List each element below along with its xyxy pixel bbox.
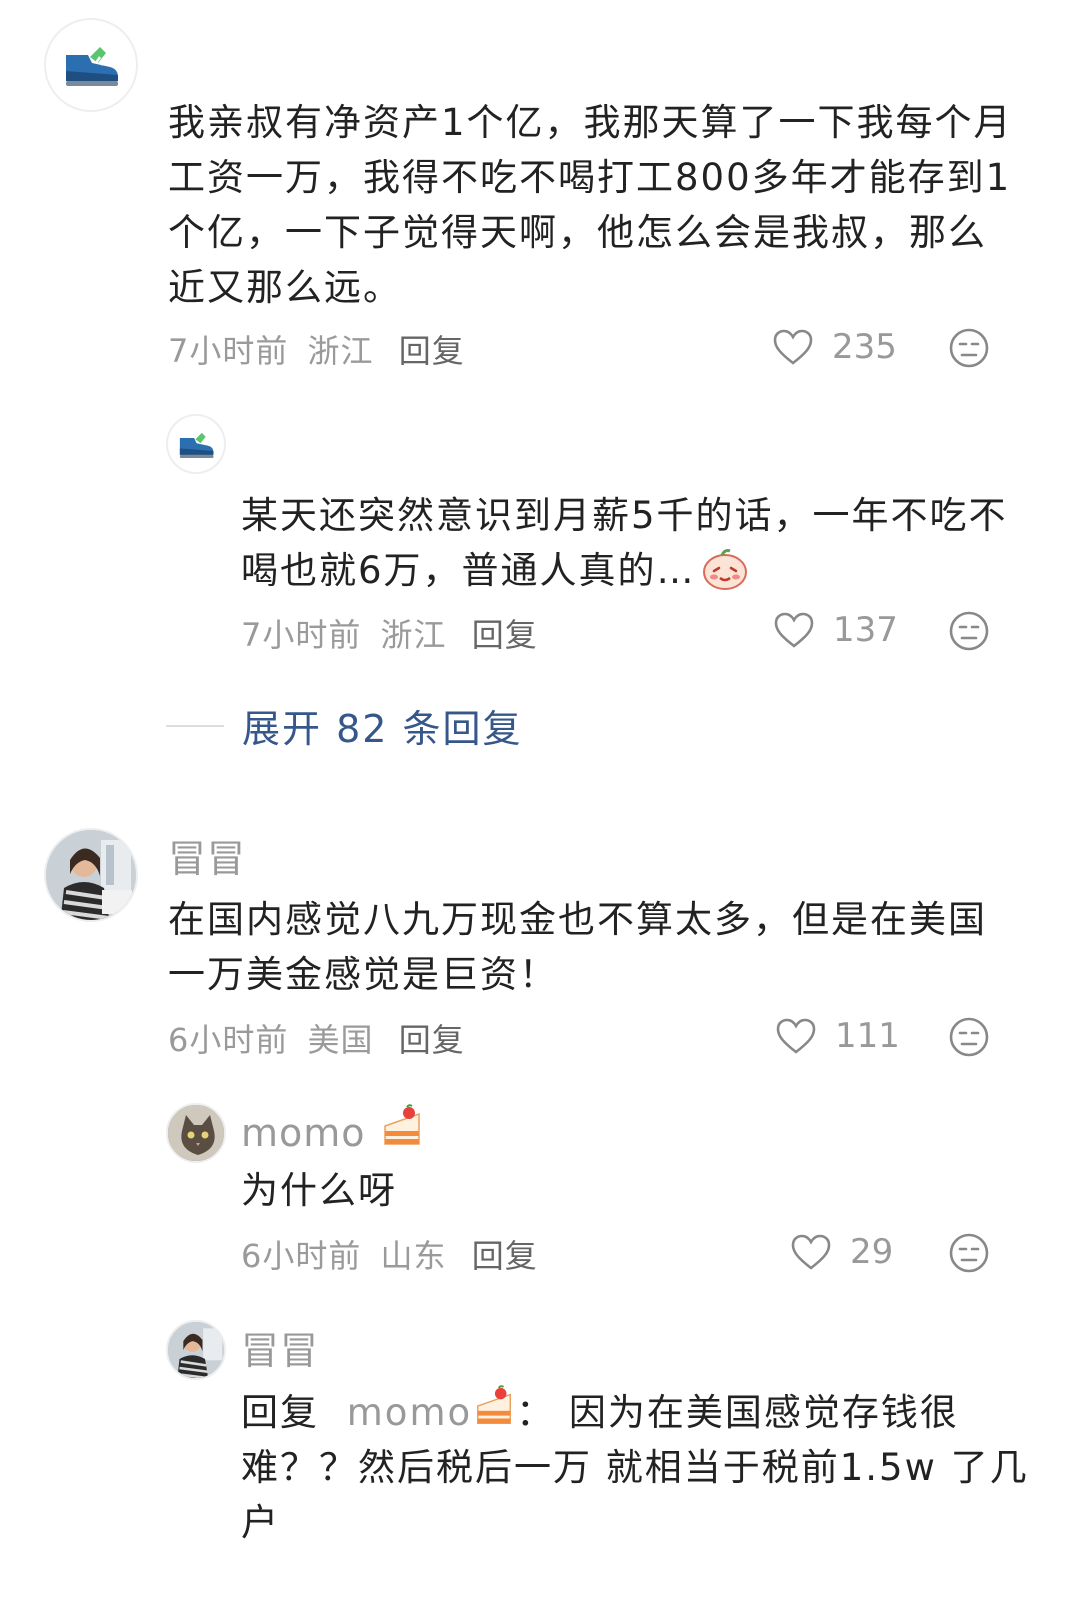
like-button[interactable]: 137 bbox=[773, 610, 898, 650]
blushing-face-icon bbox=[702, 549, 747, 590]
reply-user-avatar[interactable] bbox=[166, 414, 226, 474]
reply-to-username-text: momo bbox=[346, 1391, 473, 1434]
reply-time: 7小时前 bbox=[241, 616, 362, 654]
cake-icon bbox=[477, 1385, 512, 1424]
comment-meta: 7小时前 浙江 回复 bbox=[168, 326, 465, 372]
reply-prefix: 回复 bbox=[241, 1391, 319, 1434]
like-button[interactable]: 29 bbox=[790, 1232, 893, 1272]
dislike-face-icon[interactable] bbox=[948, 327, 990, 369]
comment-meta: 6小时前 美国 回复 bbox=[168, 1015, 465, 1061]
comment-text: 我亲叔有净资产1个亿，我那天算了一下我每个月工资一万，我得不吃不喝打工800多年… bbox=[168, 101, 1013, 309]
reply-user-avatar[interactable] bbox=[166, 1103, 226, 1163]
reply-button[interactable]: 回复 bbox=[399, 1021, 465, 1059]
heart-icon bbox=[774, 612, 814, 648]
heart-icon bbox=[791, 1234, 831, 1270]
heart-icon bbox=[773, 329, 813, 365]
reply-time: 6小时前 bbox=[241, 1237, 362, 1275]
reply-button[interactable]: 回复 bbox=[472, 616, 538, 654]
username[interactable]: 冒冒 bbox=[168, 828, 246, 883]
dislike-face-icon[interactable] bbox=[948, 1016, 990, 1058]
reply-to-username[interactable]: momo bbox=[346, 1385, 516, 1434]
reply-text: 某天还突然意识到月薪5千的话，一年不吃不喝也就6万，普通人真的… bbox=[241, 488, 1021, 598]
reply-text: 回复 momo ： 因为在美国感觉存钱很难？？然后税后一万 就相当于税前1.5w… bbox=[241, 1385, 1031, 1550]
profile-photo bbox=[168, 1322, 224, 1378]
heart-icon bbox=[776, 1018, 816, 1054]
comment-location: 浙江 bbox=[307, 332, 374, 370]
expand-replies-button[interactable]: 展开 82 条回复 bbox=[166, 698, 523, 753]
reply-text: 为什么呀 bbox=[241, 1169, 397, 1212]
comment-location: 美国 bbox=[307, 1021, 374, 1059]
comment-time: 6小时前 bbox=[168, 1021, 289, 1059]
reply-meta: 7小时前 浙江 回复 bbox=[241, 610, 538, 656]
comment-text: 在国内感觉八九万现金也不算太多，但是在美国一万美金感觉是巨资！ bbox=[168, 898, 987, 996]
user-avatar[interactable] bbox=[44, 828, 138, 922]
reply-meta: 6小时前 山东 回复 bbox=[241, 1231, 538, 1277]
cake-icon bbox=[383, 1104, 420, 1145]
dislike-face-icon[interactable] bbox=[948, 610, 990, 652]
reply-button[interactable]: 回复 bbox=[472, 1237, 538, 1275]
sneaker-icon bbox=[66, 47, 118, 86]
like-count: 235 bbox=[832, 327, 897, 367]
like-button[interactable]: 235 bbox=[772, 327, 897, 367]
comment-time: 7小时前 bbox=[168, 332, 289, 370]
reply-button[interactable]: 回复 bbox=[399, 332, 465, 370]
like-count: 29 bbox=[850, 1232, 894, 1272]
expand-replies-label: 展开 82 条回复 bbox=[242, 707, 523, 751]
like-count: 111 bbox=[835, 1016, 900, 1056]
reply-location: 浙江 bbox=[380, 616, 447, 654]
reply-location: 山东 bbox=[380, 1237, 447, 1275]
username[interactable]: 冒冒 bbox=[241, 1320, 319, 1375]
cat-photo bbox=[168, 1105, 224, 1161]
reply-user-avatar[interactable] bbox=[166, 1320, 226, 1380]
username[interactable]: momo bbox=[241, 1104, 425, 1155]
like-count: 137 bbox=[833, 610, 898, 650]
username-text: momo bbox=[241, 1111, 366, 1155]
like-button[interactable]: 111 bbox=[775, 1016, 900, 1056]
sneaker-icon bbox=[179, 432, 214, 458]
user-avatar[interactable] bbox=[44, 18, 138, 112]
reply-text-content: 某天还突然意识到月薪5千的话，一年不吃不喝也就6万，普通人真的… bbox=[241, 494, 1008, 592]
profile-photo bbox=[46, 830, 136, 920]
divider-line bbox=[166, 724, 224, 727]
dislike-face-icon[interactable] bbox=[948, 1232, 990, 1274]
